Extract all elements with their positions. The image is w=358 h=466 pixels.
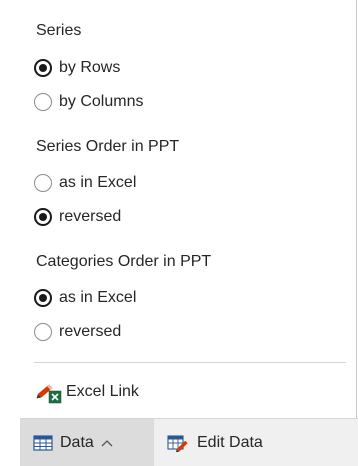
- categories-order-group-title: Categories Order in PPT: [36, 253, 212, 270]
- excel-link-button[interactable]: Excel Link: [34, 378, 139, 406]
- edit-data-icon: [167, 434, 188, 452]
- data-tab-button[interactable]: Data: [20, 419, 154, 466]
- radio-unchecked-icon: [34, 323, 52, 341]
- categories-order-as-in-excel-radio[interactable]: as in Excel: [34, 285, 136, 311]
- series-order-as-in-excel-radio[interactable]: as in Excel: [34, 170, 136, 196]
- excel-link-icon: [36, 384, 62, 404]
- series-options-popup: Series by Rows by Columns Series Order i…: [20, 0, 357, 418]
- series-group-title: Series: [36, 22, 82, 39]
- radio-checked-icon: [34, 289, 52, 307]
- radio-unchecked-icon: [34, 174, 52, 192]
- series-order-group-title: Series Order in PPT: [36, 138, 180, 155]
- edit-data-button[interactable]: Edit Data: [167, 419, 263, 466]
- chevron-up-icon: [101, 439, 113, 446]
- bottom-toolbar: Data Edit Data: [20, 418, 358, 466]
- radio-label: by Rows: [59, 59, 121, 76]
- radio-label: as in Excel: [59, 174, 137, 191]
- table-icon: [33, 434, 53, 451]
- radio-unchecked-icon: [34, 93, 52, 111]
- series-order-reversed-radio[interactable]: reversed: [34, 204, 121, 230]
- radio-label: by Columns: [59, 93, 144, 110]
- radio-label: reversed: [59, 208, 122, 225]
- series-by-rows-radio[interactable]: by Rows: [34, 55, 120, 81]
- edit-data-label: Edit Data: [197, 433, 263, 451]
- excel-link-label: Excel Link: [66, 383, 139, 400]
- radio-label: as in Excel: [59, 289, 137, 306]
- categories-order-reversed-radio[interactable]: reversed: [34, 319, 121, 345]
- radio-checked-icon: [34, 208, 52, 226]
- divider: [34, 362, 346, 363]
- radio-label: reversed: [59, 323, 122, 340]
- series-by-columns-radio[interactable]: by Columns: [34, 89, 143, 115]
- data-tab-label: Data: [60, 433, 94, 451]
- radio-checked-icon: [34, 59, 52, 77]
